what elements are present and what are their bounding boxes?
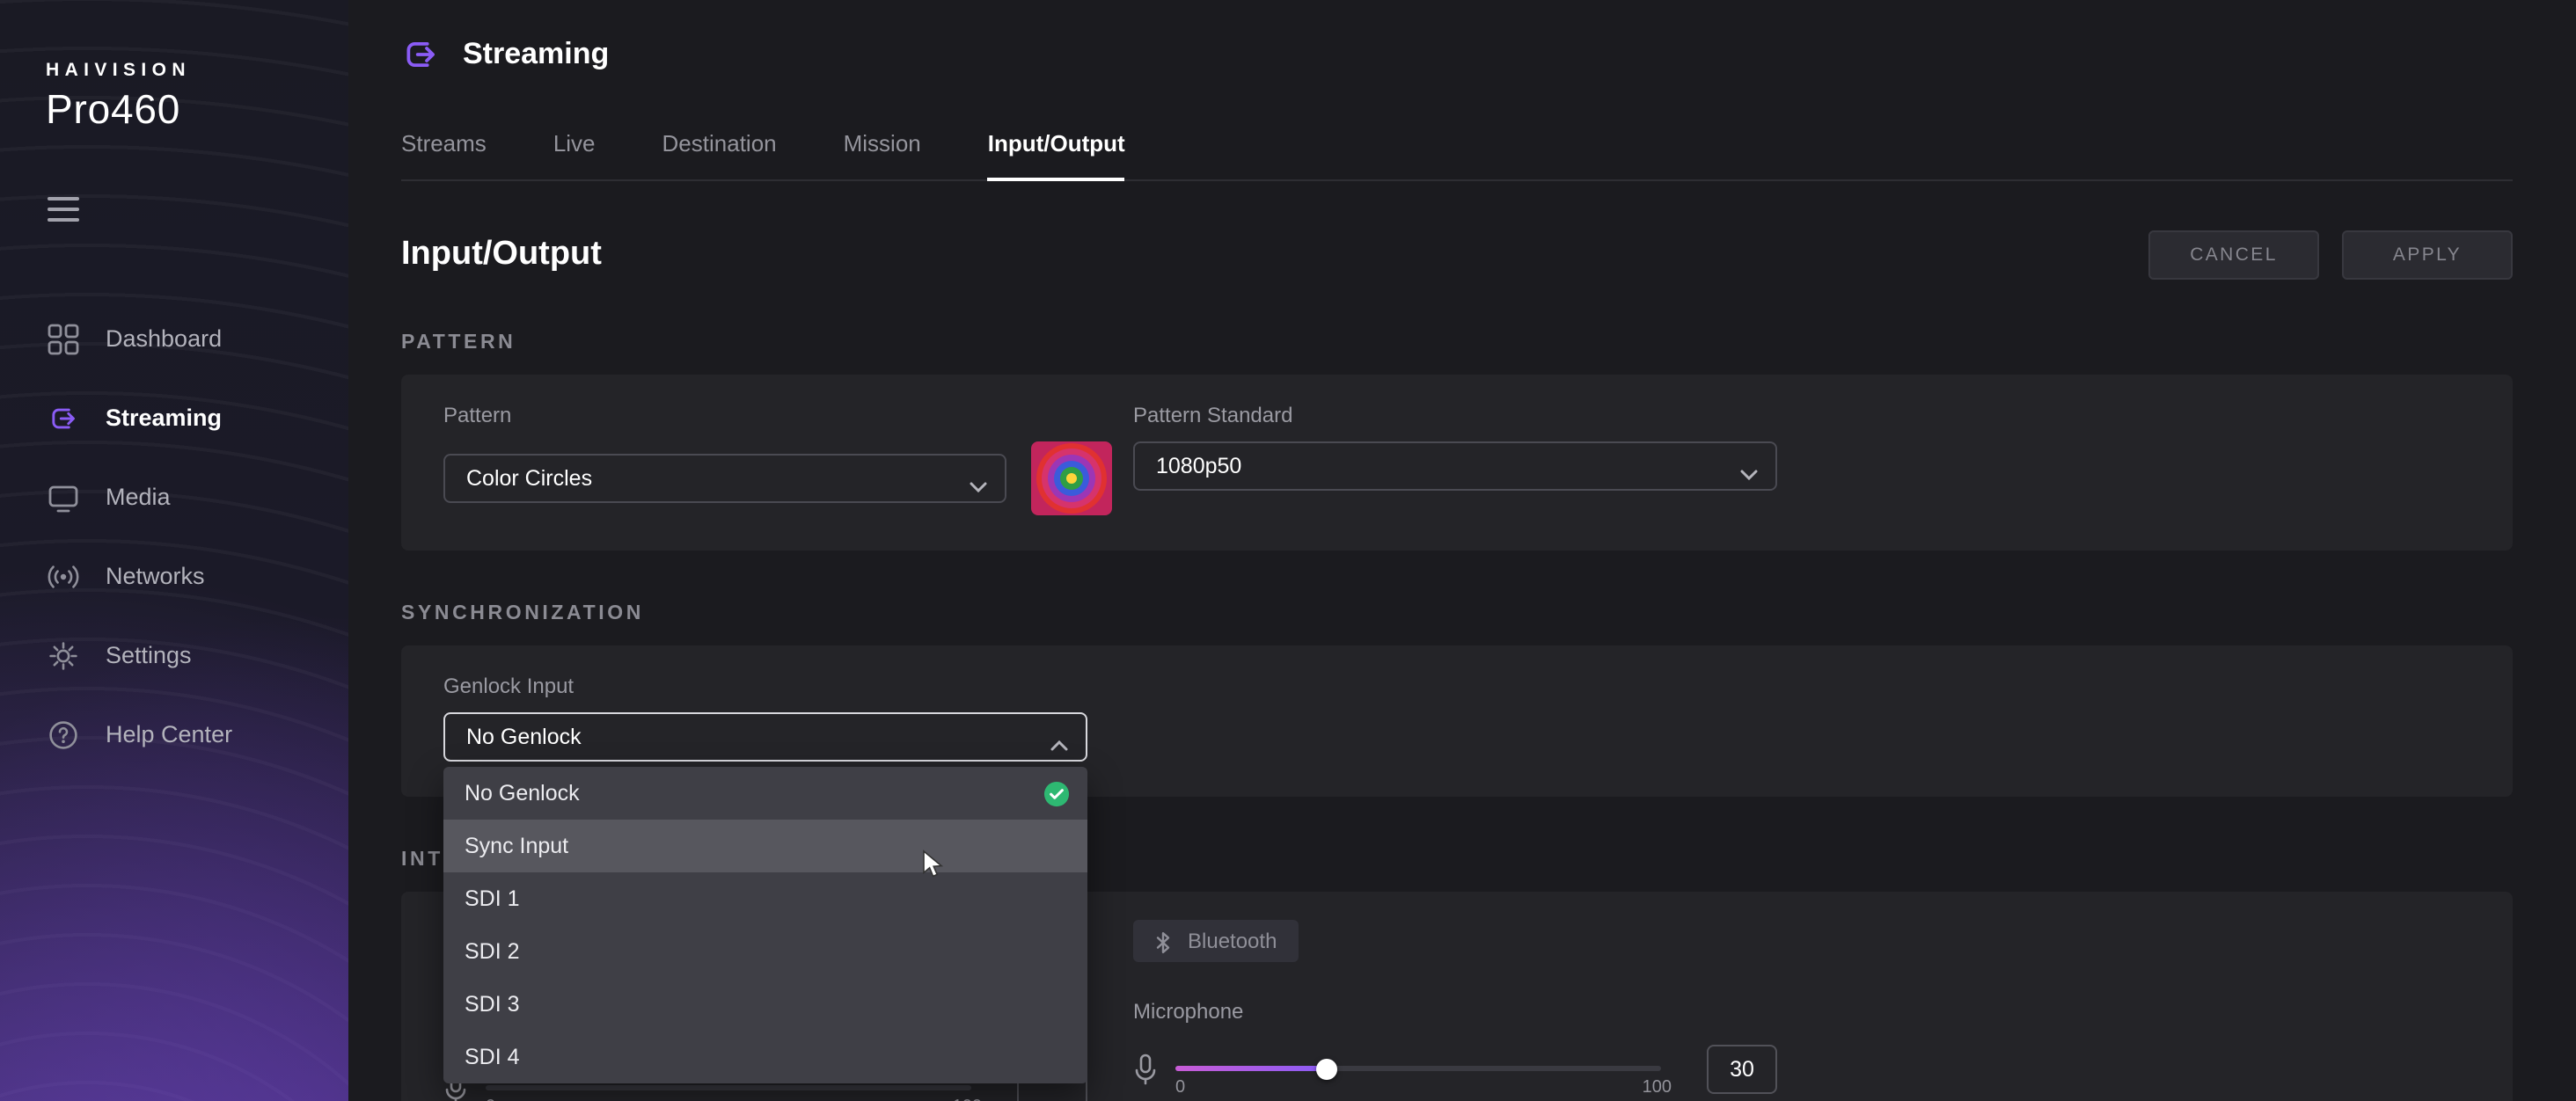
pattern-field: Pattern Color Circles bbox=[443, 403, 1112, 515]
brand-name: HAIVISION bbox=[46, 60, 348, 81]
tab-input-output[interactable]: Input/Output bbox=[988, 130, 1125, 181]
app-title: Streaming bbox=[463, 37, 609, 72]
menu-option-sdi-3[interactable]: SDI 3 bbox=[443, 978, 1087, 1031]
sidebar-item-help-center[interactable]: Help Center bbox=[0, 695, 348, 774]
tab-live[interactable]: Live bbox=[553, 130, 596, 179]
synchronization-card: Genlock Input No Genlock No Genlock bbox=[401, 645, 2513, 797]
sidebar-item-dashboard[interactable]: Dashboard bbox=[0, 299, 348, 378]
main-content: Streaming Streams Live Destination Missi… bbox=[348, 0, 2576, 1101]
brand-model: Pro460 bbox=[46, 86, 348, 134]
menu-option-sdi-1[interactable]: SDI 1 bbox=[443, 872, 1087, 925]
genlock-input-label: Genlock Input bbox=[443, 674, 2470, 698]
tab-destination[interactable]: Destination bbox=[662, 130, 777, 179]
menu-option-sdi-2[interactable]: SDI 2 bbox=[443, 925, 1087, 978]
pattern-select[interactable]: Color Circles bbox=[443, 454, 1006, 503]
pattern-card: Pattern Color Circles bbox=[401, 375, 2513, 550]
pattern-select-value: Color Circles bbox=[466, 466, 592, 491]
section-title-pattern: PATTERN bbox=[401, 332, 2513, 354]
slider-max-label: 100 bbox=[1643, 1077, 1672, 1097]
sidebar-item-streaming[interactable]: Streaming bbox=[0, 378, 348, 457]
sidebar-item-label: Media bbox=[106, 484, 171, 510]
genlock-dropdown: No Genlock No Genlock Sy bbox=[443, 712, 1087, 762]
microphone-slider-knob[interactable] bbox=[1315, 1058, 1336, 1079]
slider-min-label: 0 bbox=[486, 1097, 495, 1101]
menu-option-sync-input[interactable]: Sync Input bbox=[443, 820, 1087, 872]
sidebar-item-label: Networks bbox=[106, 563, 205, 589]
chevron-up-icon bbox=[1050, 732, 1068, 742]
pattern-standard-select[interactable]: 1080p50 bbox=[1133, 441, 1777, 491]
page-bar: Input/Output CANCEL APPLY bbox=[401, 230, 2513, 280]
help-icon bbox=[48, 718, 79, 750]
tab-mission[interactable]: Mission bbox=[844, 130, 921, 179]
bluetooth-button[interactable]: Bluetooth bbox=[1133, 920, 1298, 962]
menu-option-no-genlock[interactable]: No Genlock bbox=[443, 767, 1087, 820]
menu-option-sdi-4[interactable]: SDI 4 bbox=[443, 1031, 1087, 1083]
slider-max-label: 100 bbox=[953, 1097, 982, 1101]
sidebar-item-label: Streaming bbox=[106, 405, 222, 431]
genlock-select[interactable]: No Genlock bbox=[443, 712, 1087, 762]
tab-streams[interactable]: Streams bbox=[401, 130, 487, 179]
hamburger-menu-icon[interactable] bbox=[48, 197, 79, 222]
microphone-value-box[interactable]: 30 bbox=[1707, 1044, 1777, 1093]
dashboard-icon bbox=[48, 323, 79, 354]
microphone-slider-track[interactable]: 0 100 bbox=[1175, 1044, 1661, 1093]
chevron-down-icon bbox=[970, 473, 987, 484]
sidebar: HAIVISION Pro460 Dashboard bbox=[0, 0, 348, 1101]
sidebar-nav: Dashboard Streaming Media bbox=[0, 299, 348, 774]
genlock-select-value: No Genlock bbox=[466, 725, 582, 749]
chevron-down-icon bbox=[1740, 461, 1758, 471]
tab-bar: Streams Live Destination Mission Input/O… bbox=[401, 130, 2513, 181]
app-window: HAIVISION Pro460 Dashboard bbox=[0, 0, 2576, 1101]
sidebar-item-networks[interactable]: Networks bbox=[0, 536, 348, 616]
bluetooth-label: Bluetooth bbox=[1188, 929, 1277, 953]
pattern-standard-label: Pattern Standard bbox=[1133, 403, 2470, 427]
sidebar-item-label: Help Center bbox=[106, 721, 232, 747]
app-header: Streaming bbox=[401, 0, 2513, 74]
sidebar-item-label: Dashboard bbox=[106, 325, 222, 352]
page-title: Input/Output bbox=[401, 236, 602, 274]
sidebar-item-settings[interactable]: Settings bbox=[0, 616, 348, 695]
page-actions: CANCEL APPLY bbox=[2148, 230, 2513, 280]
audio-right-column: Bluetooth Microphone 0 100 bbox=[1133, 920, 2470, 1101]
networks-icon bbox=[48, 560, 79, 592]
bluetooth-icon bbox=[1154, 930, 1174, 952]
streaming-icon bbox=[401, 35, 440, 74]
gear-icon bbox=[48, 639, 79, 671]
pattern-label: Pattern bbox=[443, 403, 1112, 427]
microphone-slider: 0 100 30 bbox=[1133, 1044, 2470, 1093]
brand-logo: HAIVISION Pro460 bbox=[0, 0, 348, 134]
pattern-preview-thumbnail bbox=[1031, 441, 1112, 515]
microphone-label: Microphone bbox=[1133, 998, 2470, 1023]
pattern-standard-field: Pattern Standard 1080p50 bbox=[1133, 403, 2470, 515]
selected-check-icon bbox=[1043, 780, 1070, 806]
sidebar-item-label: Settings bbox=[106, 642, 192, 668]
slider-min-label: 0 bbox=[1175, 1077, 1185, 1097]
apply-button[interactable]: APPLY bbox=[2342, 230, 2513, 280]
section-title-synchronization: SYNCHRONIZATION bbox=[401, 603, 2513, 624]
pattern-standard-value: 1080p50 bbox=[1156, 454, 1241, 478]
media-icon bbox=[48, 481, 79, 513]
sidebar-item-media[interactable]: Media bbox=[0, 457, 348, 536]
cancel-button[interactable]: CANCEL bbox=[2148, 230, 2319, 280]
streaming-icon bbox=[48, 402, 79, 434]
genlock-options-menu: No Genlock Sync Input SDI 1 bbox=[443, 767, 1087, 1083]
microphone-icon bbox=[1133, 1053, 1158, 1084]
